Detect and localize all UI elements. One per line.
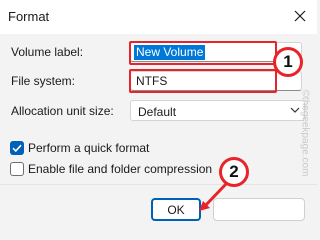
- annotation-arrow: [199, 182, 228, 211]
- watermark: ©thegeekpage.com: [299, 89, 311, 177]
